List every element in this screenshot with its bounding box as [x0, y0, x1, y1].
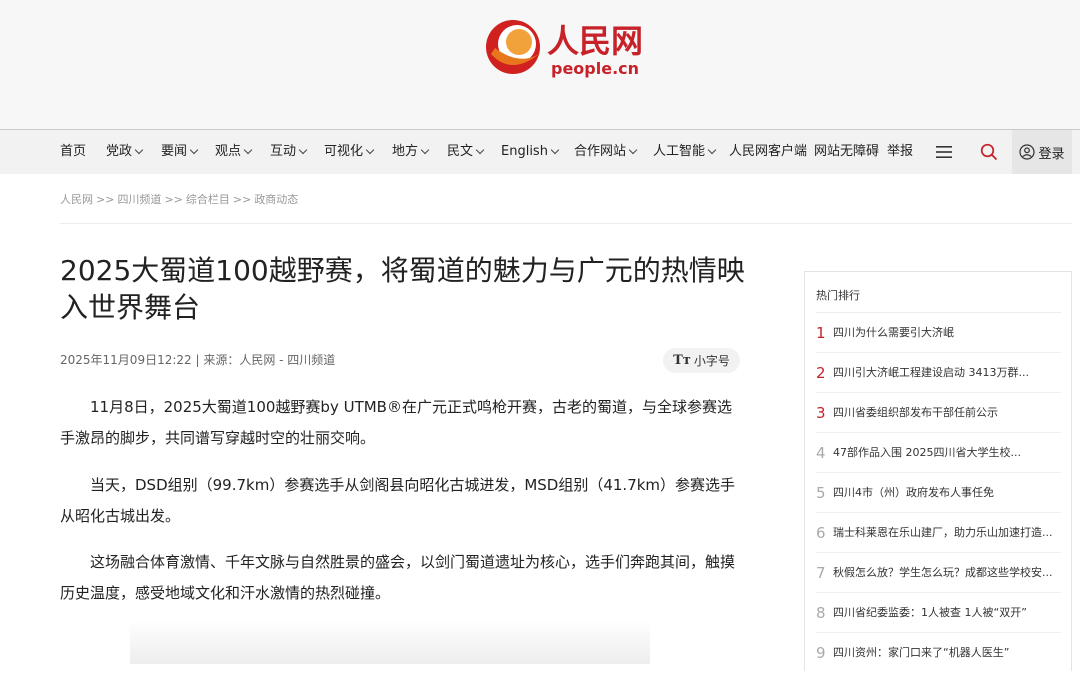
nav-item-accessibility[interactable]: 网站无障碍	[814, 130, 879, 174]
chevron-down-icon	[420, 145, 430, 155]
ranking-link[interactable]: 四川为什么需要引大济岷	[833, 313, 1061, 353]
chevron-down-icon	[365, 145, 375, 155]
search-button[interactable]	[974, 130, 1004, 174]
nav-label: 人民网客户端	[729, 144, 808, 159]
breadcrumb-item[interactable]: 四川频道	[117, 193, 161, 206]
breadcrumb-divider	[60, 223, 1072, 224]
ranking-item[interactable]: 4 47部作品入围 2025四川省大学生校...	[816, 433, 1061, 473]
nav-label: 民文	[447, 144, 474, 159]
chevron-down-icon	[628, 145, 638, 155]
rank-number: 2	[816, 364, 826, 382]
ranking-link[interactable]: 47部作品入围 2025四川省大学生校...	[833, 433, 1061, 473]
nav-item-dangzheng[interactable]: 党政	[106, 130, 144, 174]
chevron-down-icon	[134, 145, 144, 155]
rank-number: 5	[816, 484, 826, 502]
breadcrumb: 人民网 >> 四川频道 >> 综合栏目 >> 政商动态	[60, 191, 298, 207]
ranking-link[interactable]: 四川资州：家门口来了“机器人医生”	[833, 633, 1061, 673]
nav-item-report[interactable]: 举报	[887, 130, 913, 174]
login-button[interactable]: 登录	[1012, 130, 1072, 174]
breadcrumb-separator: >>	[164, 193, 183, 206]
chevron-down-icon	[298, 145, 308, 155]
ranking-link[interactable]: 四川省纪委监委：1人被查 1人被“双开”	[833, 593, 1061, 633]
ranking-item[interactable]: 1 四川为什么需要引大济岷	[816, 313, 1061, 353]
chevron-down-icon	[189, 145, 199, 155]
ranking-item[interactable]: 8 四川省纪委监委：1人被查 1人被“双开”	[816, 593, 1061, 633]
article-title: 2025大蜀道100越野赛，将蜀道的魅力与广元的热情映入世界舞台	[60, 254, 745, 324]
logo-mark: 人民网 people.cn	[486, 20, 643, 78]
article-paragraph: 这场融合体育激情、千年文脉与自然胜景的盛会，以剑门蜀道遗址为核心，选手们奔跑其间…	[60, 553, 736, 602]
nav-item-hudong[interactable]: 互动	[270, 130, 308, 174]
nav-label: 网站无障碍	[814, 144, 880, 159]
chevron-down-icon	[243, 145, 253, 155]
breadcrumb-separator: >>	[96, 193, 115, 206]
font-size-label: 小字号	[693, 354, 730, 368]
ranking-item[interactable]: 2 四川引大济岷工程建设启动 3413万群...	[816, 353, 1061, 393]
nav-label: 首页	[60, 144, 87, 159]
chevron-down-icon	[475, 145, 485, 155]
article-image-placeholder	[130, 620, 650, 664]
breadcrumb-separator: >>	[232, 193, 252, 206]
rank-number: 1	[816, 324, 826, 342]
chevron-down-icon	[707, 145, 717, 155]
header-band: 人民网 people.cn	[0, 0, 1080, 130]
article-paragraph: 11月8日，2025大蜀道100越野赛by UTMB®在广元正式鸣枪开赛，古老的…	[60, 398, 732, 447]
nav-item-keshihua[interactable]: 可视化	[324, 130, 375, 174]
hot-ranking-panel: 热门排行 1 四川为什么需要引大济岷 2 四川引大济岷工程建设启动 3413万群…	[804, 271, 1072, 671]
ranking-item[interactable]: 7 秋假怎么放？学生怎么玩？成都这些学校安...	[816, 553, 1061, 593]
nav-item-difang[interactable]: 地方	[392, 130, 430, 174]
article-meta: 2025年11月09日12:22 | 来源：人民网 - 四川频道	[60, 353, 336, 367]
nav-label: 举报	[887, 144, 914, 159]
ranking-item[interactable]: 6 瑞士科莱恩在乐山建厂，助力乐山加速打造...	[816, 513, 1061, 553]
nav-label: 地方	[392, 144, 419, 159]
breadcrumb-item[interactable]: 人民网	[60, 193, 93, 206]
ranking-item[interactable]: 9 四川资州：家门口来了“机器人医生”	[816, 633, 1061, 673]
logo-domain: people.cn	[551, 59, 639, 78]
nav-label: 互动	[270, 144, 297, 159]
ranking-item[interactable]: 3 四川省委组织部发布干部任前公示	[816, 393, 1061, 433]
article-paragraph: 当天，DSD组别（99.7km）参赛选手从剑阁县向昭化古城进发，MSD组别（41…	[60, 476, 736, 525]
rank-number: 6	[816, 524, 826, 542]
main-nav: 首页 党政 要闻 观点 互动 可视化 地方 民文 English 合作网站 人工…	[0, 130, 1080, 174]
user-icon	[1019, 144, 1036, 160]
nav-item-minwen[interactable]: 民文	[447, 130, 485, 174]
nav-label: 可视化	[324, 144, 364, 159]
nav-label: 合作网站	[574, 144, 627, 159]
rank-number: 7	[816, 564, 826, 582]
ranking-item[interactable]: 5 四川4市（州）政府发布人事任免	[816, 473, 1061, 513]
people-cn-logo[interactable]: 人民网 people.cn	[481, 14, 661, 80]
nav-item-partners[interactable]: 合作网站	[574, 130, 638, 174]
ranking-link[interactable]: 四川省委组织部发布干部任前公示	[833, 393, 1061, 433]
nav-label: 人工智能	[653, 144, 706, 159]
font-size-icon: Tт	[673, 353, 691, 368]
rank-number: 4	[816, 444, 826, 462]
nav-item-english[interactable]: English	[501, 130, 560, 174]
rank-number: 9	[816, 644, 826, 662]
hamburger-icon	[936, 146, 952, 158]
nav-label: 要闻	[161, 144, 188, 159]
menu-button[interactable]	[930, 130, 958, 174]
rank-number: 3	[816, 404, 826, 422]
login-label: 登录	[1038, 146, 1065, 162]
rank-number: 8	[816, 604, 826, 622]
breadcrumb-item[interactable]: 综合栏目	[186, 193, 230, 206]
ranking-link[interactable]: 四川引大济岷工程建设启动 3413万群...	[833, 353, 1061, 393]
nav-item-ai[interactable]: 人工智能	[653, 130, 717, 174]
breadcrumb-item[interactable]: 政商动态	[254, 193, 298, 206]
nav-label: 观点	[215, 144, 242, 159]
nav-item-yaowen[interactable]: 要闻	[161, 130, 199, 174]
nav-item-home[interactable]: 首页	[60, 130, 86, 174]
ranking-link[interactable]: 瑞士科莱恩在乐山建厂，助力乐山加速打造...	[833, 513, 1061, 553]
nav-label: English	[501, 144, 548, 159]
chevron-down-icon	[550, 145, 560, 155]
search-icon	[980, 143, 998, 161]
font-size-button[interactable]: Tт 小字号	[663, 348, 740, 373]
logo-text: 人民网	[547, 22, 643, 60]
ranking-link[interactable]: 秋假怎么放？学生怎么玩？成都这些学校安...	[833, 553, 1061, 593]
nav-item-guandian[interactable]: 观点	[215, 130, 253, 174]
hot-ranking-title: 热门排行	[816, 289, 860, 302]
nav-item-app[interactable]: 人民网客户端	[729, 130, 807, 174]
nav-label: 党政	[106, 144, 133, 159]
ranking-link[interactable]: 四川4市（州）政府发布人事任免	[833, 473, 1061, 513]
